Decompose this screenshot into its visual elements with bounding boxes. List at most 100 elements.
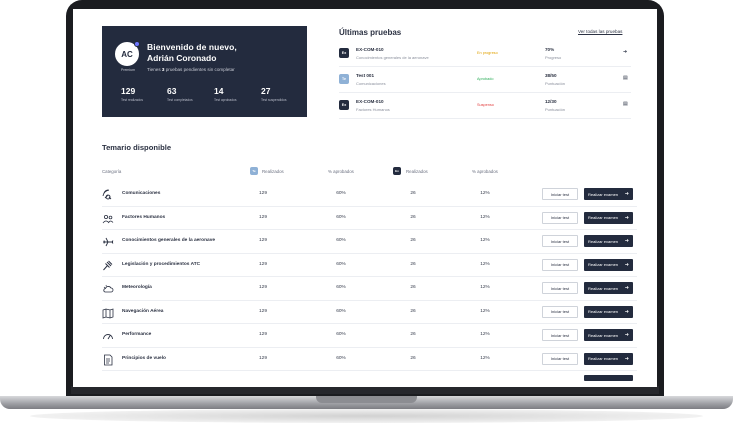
document-icon[interactable]: ▤: [623, 75, 628, 81]
take-exam-label: Realizar examen: [588, 238, 619, 244]
syllabus-row-partial: [102, 371, 637, 387]
start-test-button[interactable]: Iniciar test: [542, 305, 578, 318]
test-done-count: 129: [258, 191, 267, 196]
status-badge: Aprobado: [477, 77, 494, 81]
category-name: Comunicaciones: [122, 191, 161, 196]
test-approved-pct: 60%: [336, 285, 346, 290]
test-score: 12/30: [545, 99, 557, 104]
arrow-right-icon: ➜: [624, 308, 629, 315]
start-test-button[interactable]: Iniciar test: [542, 235, 578, 247]
category-name: Meteorología: [122, 285, 152, 290]
greeting-line: Bienvenido de nuevo,: [147, 42, 237, 52]
start-test-button[interactable]: Iniciar test: [542, 211, 578, 224]
view-all-tests-link[interactable]: Ver todas las pruebas: [578, 29, 622, 34]
laptop-mockup: AC Premium Bienvenido de nuevo, Adrián C…: [0, 0, 733, 438]
test-subject: Factores Humanos: [356, 107, 390, 112]
radio-signal-icon: [102, 189, 112, 200]
test-badge: Te: [339, 74, 349, 84]
category-name: Factores Humanos: [122, 214, 166, 220]
take-exam-label: Realizar examen: [588, 285, 619, 291]
test-done-count: 129: [258, 261, 267, 267]
category-name: Navegación Aérea: [122, 308, 164, 314]
take-exam-button[interactable]: [584, 375, 633, 381]
category-name: Performance: [122, 332, 152, 337]
test-approved-pct: 60%: [336, 261, 346, 267]
take-exam-button[interactable]: Realizar examen ➜: [584, 211, 633, 224]
test-approved-pct: 60%: [336, 214, 346, 220]
welcome-card: AC Premium Bienvenido de nuevo, Adrián C…: [102, 26, 307, 117]
laptop-notch: [316, 396, 417, 403]
exam-badge: Ex: [339, 48, 349, 58]
test-score-label: Puntuación: [545, 81, 566, 86]
arrow-right-icon[interactable]: ➜: [623, 49, 627, 55]
exam-done-count: 26: [410, 332, 416, 337]
document-icon: [104, 354, 113, 365]
header-category: Categoría: [102, 169, 122, 174]
avatar-initials: AC: [121, 49, 133, 59]
syllabus-row: Conocimientos generales de la aeronave 1…: [102, 230, 637, 254]
stat-value: 63: [167, 86, 177, 96]
exam-approved-pct: 12%: [480, 332, 490, 337]
gauge-icon: [103, 334, 113, 340]
take-exam-button[interactable]: Realizar examen ➜: [584, 258, 633, 271]
syllabus-row: Performance 129 60% 26 12% Iniciar test …: [102, 324, 637, 348]
header-test-done: Realizados: [262, 169, 284, 174]
stat-tests-completed: 63 Test completados: [167, 86, 193, 102]
exam-done-count: 26: [410, 261, 416, 267]
take-exam-label: Realizar examen: [588, 332, 619, 338]
people-icon: [102, 214, 114, 223]
exam-approved-pct: 12%: [480, 308, 490, 314]
app-screen: AC Premium Bienvenido de nuevo, Adrián C…: [73, 9, 657, 387]
start-test-button[interactable]: Iniciar test: [542, 282, 578, 294]
exam-approved-pct: 12%: [480, 261, 490, 267]
last-test-row[interactable]: Te Test 001 Comunicaciones Aprobado 38/5…: [339, 69, 631, 93]
syllabus-table-header: Categoría Te Realizados % aprobados Ex R…: [102, 167, 637, 179]
test-score-label: Progreso: [545, 55, 562, 60]
stat-tests-approved: 14 Test aprobados: [214, 86, 237, 102]
take-exam-button[interactable]: Realizar examen ➜: [584, 305, 633, 318]
exam-approved-pct: 12%: [480, 214, 490, 220]
test-name: Test 001: [356, 73, 375, 78]
arrow-right-icon: ➜: [624, 191, 629, 197]
exam-done-count: 26: [410, 238, 416, 243]
category-name: Conocimientos generales de la aeronave: [122, 238, 216, 243]
syllabus-row: Comunicaciones 129 60% 26 12% Iniciar te…: [102, 183, 637, 207]
exam-done-count: 26: [410, 308, 416, 314]
test-done-count: 129: [258, 214, 267, 220]
take-exam-button[interactable]: Realizar examen ➜: [584, 188, 633, 200]
last-test-row[interactable]: Ex EX-COM-010 Factores Humanos Suspenso …: [339, 95, 631, 119]
take-exam-button[interactable]: Realizar examen ➜: [584, 352, 633, 365]
document-icon[interactable]: ▤: [623, 101, 628, 107]
stat-value: 27: [261, 86, 271, 96]
start-test-button[interactable]: Iniciar test: [542, 188, 578, 200]
stat-label: Test suspendidos: [261, 98, 287, 102]
test-subject: Conocimientos generales de la aeronave: [356, 55, 429, 60]
test-name: EX-COM-010: [356, 99, 384, 104]
test-subject: Comunicaciones: [356, 81, 386, 86]
take-exam-button[interactable]: Realizar examen ➜: [584, 235, 633, 247]
start-test-button[interactable]: Iniciar test: [542, 258, 578, 271]
last-test-row[interactable]: Ex EX-COM-010 Conocimientos generales de…: [339, 43, 631, 67]
test-score-label: Puntuación: [545, 107, 566, 112]
test-approved-pct: 60%: [336, 191, 346, 196]
start-test-button[interactable]: Iniciar test: [542, 329, 578, 341]
exam-done-count: 26: [410, 214, 416, 220]
test-approved-pct: 60%: [336, 308, 346, 314]
exam-approved-pct: 12%: [480, 191, 490, 196]
arrow-right-icon: ➜: [624, 238, 629, 244]
start-test-button[interactable]: Iniciar test: [542, 352, 578, 365]
arrow-right-icon: ➜: [624, 332, 629, 338]
test-name: EX-COM-010: [356, 47, 384, 52]
status-badge: En progreso: [477, 51, 498, 55]
syllabus-title: Temario disponible: [102, 143, 172, 152]
header-exam-approved: % aprobados: [472, 169, 498, 174]
syllabus-row: Navegación Aérea 129 60% 26 12% Iniciar …: [102, 301, 637, 324]
syllabus-row: Meteorología 129 60% 26 12% Iniciar test…: [102, 277, 637, 301]
exam-approved-pct: 12%: [480, 355, 490, 361]
take-exam-button[interactable]: Realizar examen ➜: [584, 329, 633, 341]
status-badge: Suspenso: [477, 103, 494, 107]
exam-approved-pct: 12%: [480, 238, 490, 243]
take-exam-button[interactable]: Realizar examen ➜: [584, 282, 633, 294]
exam-approved-pct: 12%: [480, 285, 490, 290]
exam-badge: Ex: [393, 167, 401, 175]
